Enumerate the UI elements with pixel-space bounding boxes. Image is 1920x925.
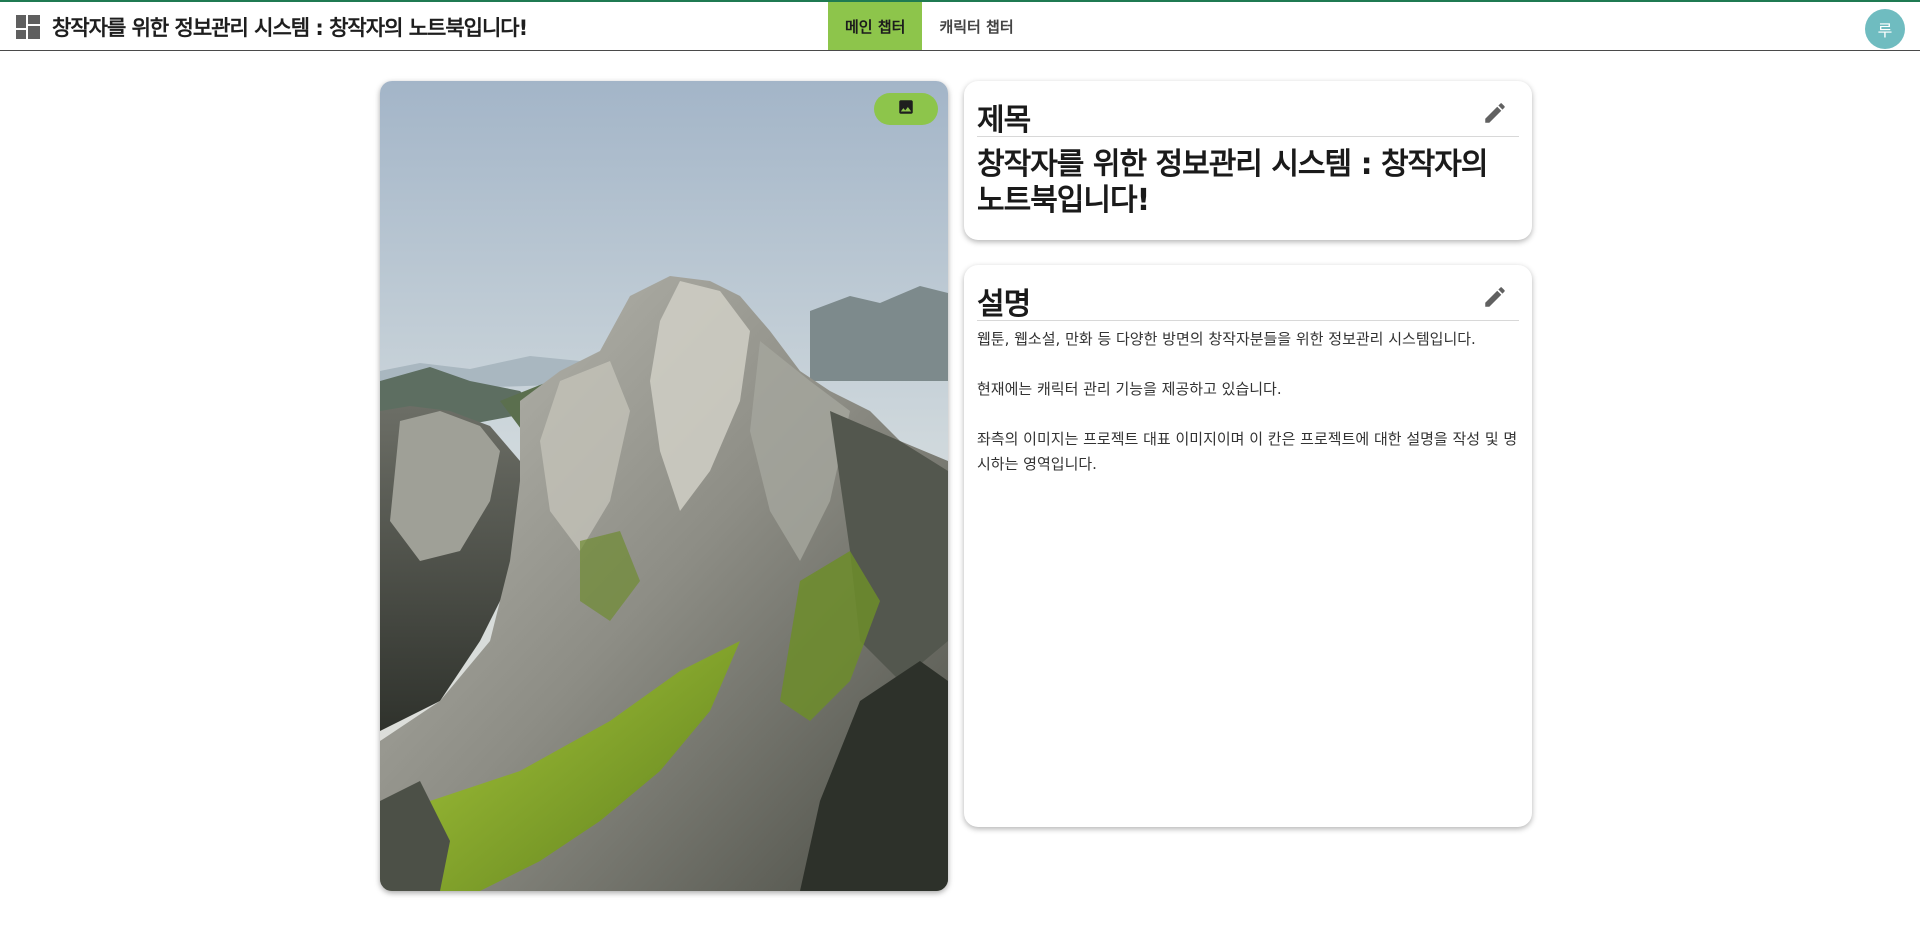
description-paragraph: 좌측의 이미지는 프로젝트 대표 이미지이며 이 칸은 프로젝트에 대한 설명을…: [977, 430, 1518, 473]
description-label: 설명: [977, 287, 1031, 322]
image-icon: [897, 98, 915, 120]
project-title: 창작자를 위한 정보관리 시스템 : 창작자의 노트북입니다!: [977, 147, 1488, 218]
project-image-card: [380, 81, 948, 891]
pencil-icon: [1482, 284, 1508, 314]
title-card: 제목 창작자를 위한 정보관리 시스템 : 창작자의 노트북입니다!: [964, 81, 1532, 240]
tab-main-chapter[interactable]: 메인 챕터: [828, 2, 923, 50]
dashboard-icon[interactable]: [16, 15, 40, 39]
description-paragraph: 현재에는 캐릭터 관리 기능을 제공하고 있습니다.: [977, 380, 1282, 398]
change-image-button[interactable]: [874, 93, 938, 125]
user-avatar[interactable]: 루: [1865, 9, 1905, 49]
tab-character-chapter[interactable]: 캐릭터 챕터: [922, 2, 1030, 50]
edit-description-button[interactable]: [1479, 283, 1511, 315]
edit-title-button[interactable]: [1479, 99, 1511, 131]
chapter-tabs: 메인 챕터 캐릭터 챕터: [828, 2, 1031, 50]
top-navigation-bar: 창작자를 위한 정보관리 시스템 : 창작자의 노트북입니다! 메인 챕터 캐릭…: [0, 0, 1920, 51]
project-description: 웹툰, 웹소설, 만화 등 다양한 방면의 창작자분들을 위한 정보관리 시스템…: [977, 327, 1522, 502]
pencil-icon: [1482, 100, 1508, 130]
app-title: 창작자를 위한 정보관리 시스템 : 창작자의 노트북입니다!: [52, 16, 528, 40]
description-paragraph: 웹툰, 웹소설, 만화 등 다양한 방면의 창작자분들을 위한 정보관리 시스템…: [977, 330, 1476, 348]
project-image: [380, 81, 948, 891]
description-card: 설명 웹툰, 웹소설, 만화 등 다양한 방면의 창작자분들을 위한 정보관리 …: [964, 265, 1532, 827]
description-card-header: 설명: [977, 279, 1519, 322]
title-label: 제목: [977, 103, 1031, 138]
title-card-header: 제목: [977, 95, 1519, 138]
